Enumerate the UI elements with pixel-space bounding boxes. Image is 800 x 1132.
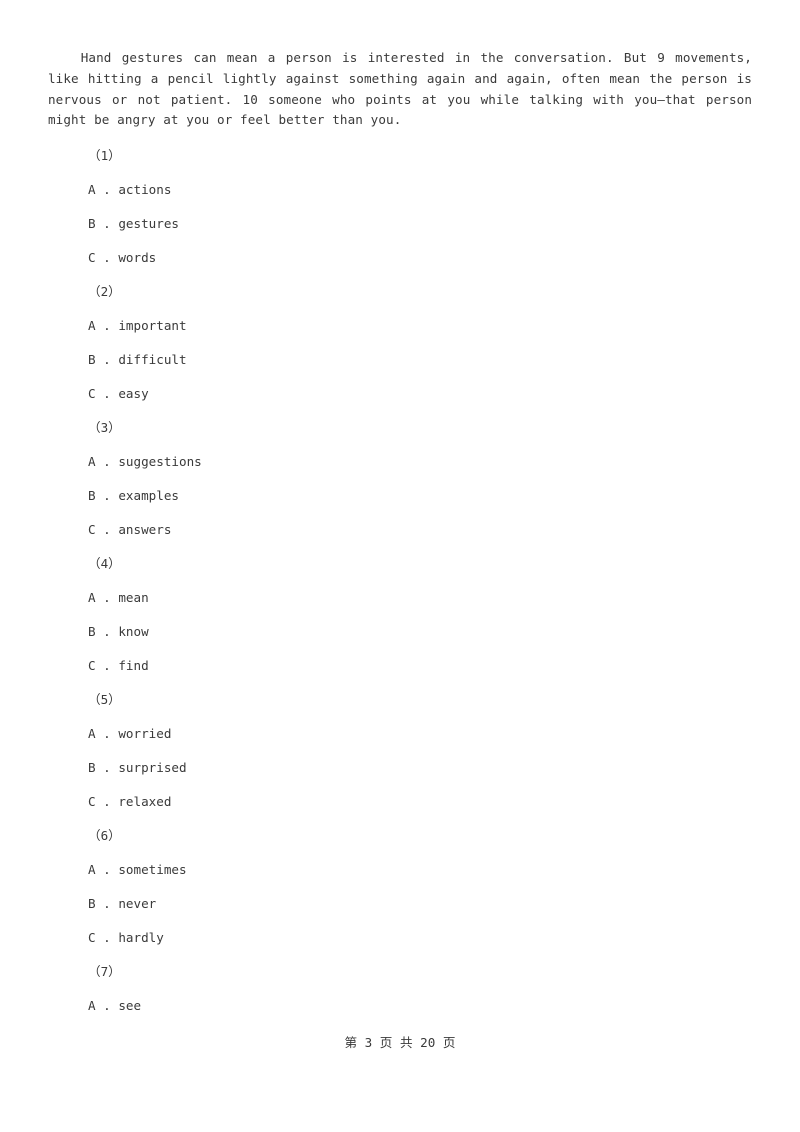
option-text: important (118, 318, 187, 334)
question-option[interactable]: B . difficult (48, 343, 752, 377)
option-letter: C (88, 930, 96, 946)
option-letter: B (88, 760, 96, 776)
question-option[interactable]: C . answers (48, 513, 752, 547)
option-letter: C (88, 250, 96, 266)
question-option[interactable]: C . easy (48, 377, 752, 411)
option-separator: . (95, 998, 119, 1014)
option-letter: A (88, 862, 96, 878)
question-group: （1） A . actions B . gestures C . words (48, 139, 752, 275)
option-separator: . (95, 726, 119, 742)
option-text: mean (118, 590, 149, 606)
option-letter: B (88, 352, 96, 368)
option-text: sometimes (118, 862, 187, 878)
option-letter: C (88, 386, 96, 402)
question-option[interactable]: B . examples (48, 479, 752, 513)
question-option[interactable]: C . words (48, 241, 752, 275)
option-separator: . (95, 352, 119, 368)
option-separator: . (95, 896, 119, 912)
option-separator: . (95, 250, 119, 266)
option-text: surprised (118, 760, 187, 776)
question-option[interactable]: B . know (48, 615, 752, 649)
question-number: （2） (88, 284, 121, 300)
option-letter: A (88, 998, 96, 1014)
option-separator: . (95, 624, 119, 640)
question-option[interactable]: C . find (48, 649, 752, 683)
option-separator: . (95, 386, 119, 402)
option-text: answers (118, 522, 172, 538)
question-option[interactable]: B . never (48, 887, 752, 921)
option-text: suggestions (118, 454, 202, 470)
option-letter: B (88, 896, 96, 912)
question-number: （1） (88, 148, 121, 164)
cloze-passage: Hand gestures can mean a person is inter… (48, 50, 752, 128)
option-letter: B (88, 216, 96, 232)
question-option[interactable]: A . sometimes (48, 853, 752, 887)
option-letter: A (88, 726, 96, 742)
option-text: difficult (118, 352, 187, 368)
exam-page: Hand gestures can mean a person is inter… (0, 0, 800, 1132)
option-separator: . (95, 522, 119, 538)
option-separator: . (95, 182, 119, 198)
option-letter: B (88, 624, 96, 640)
option-text: actions (118, 182, 172, 198)
question-option[interactable]: A . see (48, 989, 752, 1023)
option-separator: . (95, 862, 119, 878)
option-separator: . (95, 216, 119, 232)
option-separator: . (95, 760, 119, 776)
option-text: gestures (118, 216, 180, 232)
question-group: （2） A . important B . difficult C . easy (48, 275, 752, 411)
question-option[interactable]: C . hardly (48, 921, 752, 955)
option-text: worried (118, 726, 172, 742)
question-number: （4） (88, 556, 121, 572)
option-letter: C (88, 794, 96, 810)
option-text: easy (118, 386, 149, 402)
question-number: （7） (88, 964, 121, 980)
option-text: find (118, 658, 149, 674)
question-group: （5） A . worried B . surprised C . relaxed (48, 683, 752, 819)
question-option[interactable]: A . worried (48, 717, 752, 751)
option-text: words (118, 250, 157, 266)
option-text: relaxed (118, 794, 172, 810)
page-content: Hand gestures can mean a person is inter… (48, 48, 752, 1023)
option-letter: C (88, 658, 96, 674)
option-separator: . (95, 590, 119, 606)
option-letter: A (88, 318, 96, 334)
question-number: （6） (88, 828, 121, 844)
option-letter: B (88, 488, 96, 504)
option-letter: A (88, 590, 96, 606)
question-option[interactable]: A . mean (48, 581, 752, 615)
question-group: （6） A . sometimes B . never C . hardly (48, 819, 752, 955)
option-separator: . (95, 454, 119, 470)
question-group: （4） A . mean B . know C . find (48, 547, 752, 683)
question-number: （3） (88, 420, 121, 436)
option-separator: . (95, 658, 119, 674)
question-number: （5） (88, 692, 121, 708)
option-separator: . (95, 488, 119, 504)
option-text: hardly (118, 930, 164, 946)
option-letter: C (88, 522, 96, 538)
question-list: （1） A . actions B . gestures C . words （2） A … (48, 139, 752, 1023)
option-letter: A (88, 454, 96, 470)
option-text: examples (118, 488, 180, 504)
question-group: （3） A . suggestions B . examples C . answer… (48, 411, 752, 547)
passage-questions-spacer (48, 131, 752, 139)
question-option[interactable]: A . suggestions (48, 445, 752, 479)
option-letter: A (88, 182, 96, 198)
option-text: see (118, 998, 142, 1014)
option-text: never (118, 896, 157, 912)
option-separator: . (95, 930, 119, 946)
option-separator: . (95, 318, 119, 334)
option-text: know (118, 624, 149, 640)
question-option[interactable]: B . gestures (48, 207, 752, 241)
page-footer: 第 3 页 共 20 页 (344, 1035, 456, 1050)
question-option[interactable]: A . important (48, 309, 752, 343)
option-separator: . (95, 794, 119, 810)
question-option[interactable]: B . surprised (48, 751, 752, 785)
question-option[interactable]: C . relaxed (48, 785, 752, 819)
question-option[interactable]: A . actions (48, 173, 752, 207)
question-group: （7） A . see (48, 955, 752, 1023)
